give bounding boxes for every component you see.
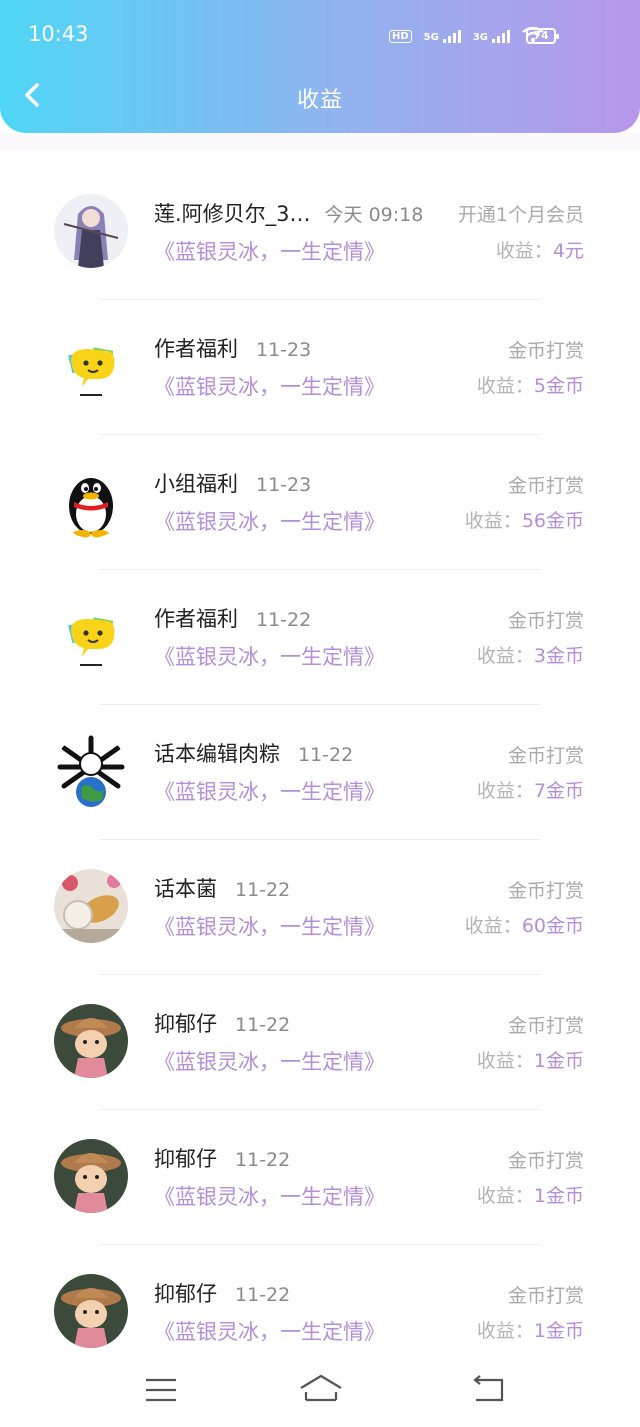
reward-type: 金币打赏: [507, 1285, 584, 1307]
sender-name: 作者福利 11-23: [154, 337, 312, 361]
cartoon-kid-avatar: [54, 1004, 128, 1078]
sender-name: 作者福利 11-22: [154, 607, 312, 631]
item-date: 11-23: [256, 474, 312, 496]
earnings-amount: 收益：7金币: [476, 780, 584, 802]
header-spacer: [0, 133, 640, 150]
book-title-link[interactable]: 《蓝银灵冰，一生定情》: [154, 911, 385, 941]
sender-name: 抑郁仔 11-22: [154, 1282, 291, 1306]
earth-bones-avatar: [54, 734, 128, 808]
earnings-amount: 收益：3金币: [476, 645, 584, 667]
food-photo-avatar: [54, 869, 128, 943]
list-item[interactable]: 作者福利 11-23 金币打赏 《蓝银灵冰，一生定情》 收益：5金币: [0, 300, 640, 435]
back-icon: [473, 1375, 504, 1402]
list-item[interactable]: 抑郁仔 11-22 金币打赏 《蓝银灵冰，一生定情》 收益：1金币: [0, 975, 640, 1110]
reward-type: 金币打赏: [507, 475, 584, 497]
sender-name: 小组福利 11-23: [154, 472, 312, 496]
home-button[interactable]: [298, 1372, 344, 1408]
status-time: 10:43: [28, 22, 89, 46]
book-title-link[interactable]: 《蓝银灵冰，一生定情》: [154, 371, 385, 401]
reward-type: 金币打赏: [507, 610, 584, 632]
earnings-list: 莲.阿修贝尔_3… 今天 09:18 开通1个月会员 《蓝银灵冰，一生定情》 收益…: [0, 165, 640, 1380]
list-item[interactable]: 话本编辑肉粽 11-22 金币打赏 《蓝银灵冰，一生定情》 收益：7金币: [0, 705, 640, 840]
signal-5g-icon: 5G: [424, 29, 461, 43]
sender-name: 抑郁仔 11-22: [154, 1147, 291, 1171]
home-icon: [300, 1374, 342, 1402]
item-date: 今天 09:18: [324, 204, 424, 226]
sender-name: 话本菌 11-22: [154, 877, 291, 901]
reward-type: 金币打赏: [507, 745, 584, 767]
yellow-chat-avatar: [54, 329, 128, 403]
book-title-link[interactable]: 《蓝银灵冰，一生定情》: [154, 506, 385, 536]
yellow-chat-avatar: [54, 599, 128, 673]
book-title-link[interactable]: 《蓝银灵冰，一生定情》: [154, 1181, 385, 1211]
item-date: 11-23: [256, 339, 312, 361]
sender-name: 抑郁仔 11-22: [154, 1012, 291, 1036]
book-title-link[interactable]: 《蓝银灵冰，一生定情》: [154, 1046, 385, 1076]
earnings-amount: 收益：1金币: [476, 1185, 584, 1207]
earnings-amount: 收益：1金币: [476, 1320, 584, 1342]
menu-icon: [146, 1378, 176, 1402]
earnings-amount: 收益：4元: [495, 240, 584, 262]
system-navigation-bar: [0, 1362, 640, 1427]
earnings-amount: 收益：5金币: [476, 375, 584, 397]
reward-type: 金币打赏: [507, 880, 584, 902]
item-date: 11-22: [235, 879, 291, 901]
sender-name: 话本编辑肉粽 11-22: [154, 742, 354, 766]
reward-type: 开通1个月会员: [457, 204, 584, 226]
item-date: 11-22: [298, 744, 354, 766]
item-date: 11-22: [235, 1149, 291, 1171]
book-title-link[interactable]: 《蓝银灵冰，一生定情》: [154, 776, 385, 806]
book-title-link[interactable]: 《蓝银灵冰，一生定情》: [154, 236, 385, 266]
reward-type: 金币打赏: [507, 340, 584, 362]
list-item[interactable]: 抑郁仔 11-22 金币打赏 《蓝银灵冰，一生定情》 收益：1金币: [0, 1110, 640, 1245]
book-title-link[interactable]: 《蓝银灵冰，一生定情》: [154, 1316, 385, 1346]
reward-type: 金币打赏: [507, 1015, 584, 1037]
list-item[interactable]: 作者福利 11-22 金币打赏 《蓝银灵冰，一生定情》 收益：3金币: [0, 570, 640, 705]
battery-icon: 74: [526, 28, 559, 44]
anime-girl-avatar: [54, 194, 128, 268]
app-header: 10:43 HD 5G 3G 74 收益: [0, 0, 640, 133]
list-item[interactable]: 莲.阿修贝尔_3… 今天 09:18 开通1个月会员 《蓝银灵冰，一生定情》 收益…: [0, 165, 640, 300]
earnings-amount: 收益：1金币: [476, 1050, 584, 1072]
status-icons: HD 5G 3G: [388, 27, 544, 43]
menu-button[interactable]: [141, 1372, 181, 1408]
item-date: 11-22: [235, 1014, 291, 1036]
item-date: 11-22: [256, 609, 312, 631]
earnings-amount: 收益：60金币: [464, 915, 584, 937]
book-title-link[interactable]: 《蓝银灵冰，一生定情》: [154, 641, 385, 671]
earnings-amount: 收益：56金币: [464, 510, 584, 532]
list-item[interactable]: 话本菌 11-22 金币打赏 《蓝银灵冰，一生定情》 收益：60金币: [0, 840, 640, 975]
back-nav-button[interactable]: [468, 1372, 508, 1408]
cartoon-kid-avatar: [54, 1139, 128, 1213]
signal-3g-icon: 3G: [473, 29, 510, 43]
item-date: 11-22: [235, 1284, 291, 1306]
hd-indicator: HD: [388, 30, 412, 43]
list-item[interactable]: 小组福利 11-23 金币打赏 《蓝银灵冰，一生定情》 收益：56金币: [0, 435, 640, 570]
reward-type: 金币打赏: [507, 1150, 584, 1172]
page-title: 收益: [296, 88, 343, 113]
cartoon-kid-avatar: [54, 1274, 128, 1348]
penguin-avatar: [54, 464, 128, 538]
sender-name: 莲.阿修贝尔_3… 今天 09:18: [154, 202, 424, 226]
list-item[interactable]: 抑郁仔 11-22 金币打赏 《蓝银灵冰，一生定情》 收益：1金币: [0, 1245, 640, 1380]
